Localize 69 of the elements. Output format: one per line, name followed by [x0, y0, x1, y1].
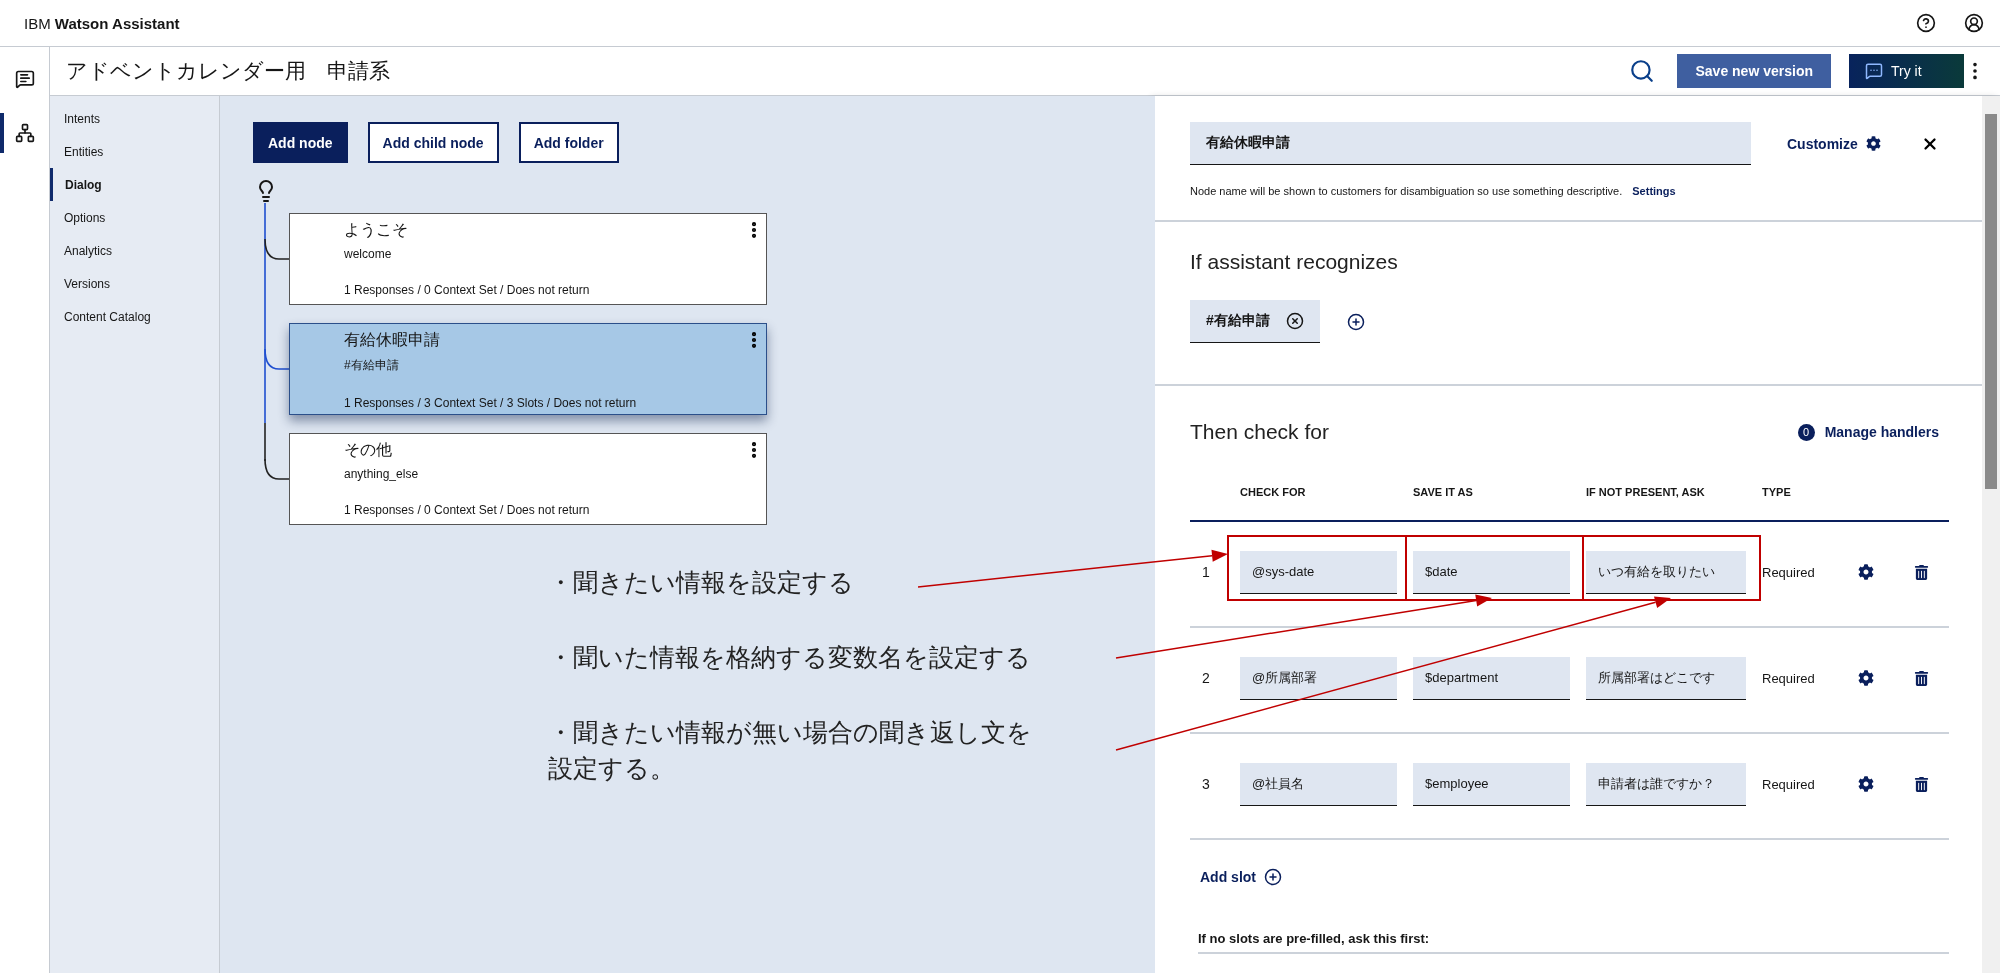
column-header: IF NOT PRESENT, ASK: [1586, 486, 1706, 498]
slot-type: Required: [1762, 670, 1816, 686]
prefill-label: If no slots are pre-filled, ask this first:: [1198, 931, 1949, 954]
user-icon[interactable]: [1964, 13, 1984, 33]
sidebar-item[interactable]: Intents: [50, 102, 219, 135]
try-it-button[interactable]: Try it: [1849, 54, 1964, 88]
slot-type: Required: [1762, 776, 1816, 792]
sidebar-item[interactable]: Content Catalog: [50, 300, 219, 333]
slot-number: 2: [1201, 670, 1211, 686]
node-title: その他: [344, 440, 393, 460]
annotation-text: ・聞きたい情報を設定する: [548, 567, 854, 598]
column-header: TYPE: [1762, 486, 1792, 498]
annotation-text: ・聞きたい情報が無い場合の聞き返し文を設定する。: [548, 717, 1033, 784]
add-icon: [1264, 868, 1282, 886]
settings-icon: [1865, 136, 1881, 151]
annotation-text: ・聞いた情報を格納する変数名を設定する: [548, 642, 1031, 673]
save-version-button[interactable]: Save new version: [1677, 54, 1831, 88]
slot-type: Required: [1762, 564, 1816, 580]
customize-button[interactable]: Customize: [1787, 135, 1881, 152]
chat-icon: [14, 69, 35, 89]
settings-link[interactable]: Settings: [1632, 185, 1676, 197]
add-icon[interactable]: [1346, 312, 1365, 331]
scrollbar[interactable]: [1982, 96, 2000, 973]
node-summary: 1 Responses / 0 Context Set / Does not return: [344, 503, 591, 517]
node-condition: anything_else: [344, 467, 420, 481]
search-icon[interactable]: [1629, 58, 1656, 84]
hint-text: Node name will be shown to customers for disambiguation so use something descriptive.: [1190, 185, 1623, 197]
manage-handlers-link[interactable]: Manage handlers: [1824, 424, 1939, 440]
column-header: CHECK FOR: [1240, 486, 1307, 498]
add-slot-link[interactable]: Add slot: [1200, 868, 1282, 886]
node-condition: welcome: [344, 247, 393, 261]
ask-field[interactable]: 所属部署はどこです: [1586, 656, 1746, 700]
node-title: 有給休暇申請: [344, 330, 441, 350]
node-name-field[interactable]: 有給休暇申請: [1190, 122, 1751, 165]
check-for-field[interactable]: @所属部署: [1240, 656, 1397, 700]
sidebar-item[interactable]: Analytics: [50, 234, 219, 267]
slot-number: 3: [1201, 776, 1211, 792]
toolbar-button[interactable]: Add node: [253, 122, 348, 163]
ask-field[interactable]: 申請者は誰ですか？: [1586, 762, 1746, 806]
dialog-node[interactable]: 有給休暇申請 #有給申請 1 Responses / 3 Context Set / 3 Slots / Does not return: [289, 323, 767, 415]
section-title: Then check for: [1190, 420, 1329, 444]
check-for-field[interactable]: @社員名: [1240, 762, 1397, 806]
app-title: IBM Watson Assistant: [24, 14, 181, 32]
column-header: SAVE IT AS: [1413, 486, 1474, 498]
count-badge: 0: [1797, 423, 1815, 441]
sidebar-item[interactable]: Versions: [50, 267, 219, 300]
flowchart-icon: [14, 123, 35, 143]
slot-number: 1: [1201, 564, 1211, 580]
skill-title: アドベントカレンダー用 申請系: [66, 58, 391, 84]
node-condition: #有給申請: [344, 357, 400, 374]
ask-field[interactable]: いつ有給を取りたい: [1586, 550, 1746, 594]
chat-icon: [1865, 62, 1883, 80]
save-as-field[interactable]: $employee: [1413, 762, 1570, 806]
dialog-node[interactable]: その他 anything_else 1 Responses / 0 Context Set / Does not return: [289, 433, 767, 525]
node-summary: 1 Responses / 3 Context Set / 3 Slots / Does not return: [344, 396, 638, 410]
node-title: ようこそ: [344, 220, 409, 240]
dialog-node[interactable]: ようこそ welcome 1 Responses / 0 Context Set / Does not return: [289, 213, 767, 305]
section-title: If assistant recognizes: [1190, 250, 1399, 274]
sidebar-item[interactable]: Entities: [50, 135, 219, 168]
save-as-field[interactable]: $date: [1413, 550, 1570, 594]
check-for-field[interactable]: @sys-date: [1240, 550, 1397, 594]
toolbar-button[interactable]: Add child node: [367, 122, 499, 163]
help-icon[interactable]: [1916, 13, 1936, 33]
toolbar-button[interactable]: Add folder: [518, 122, 619, 163]
node-summary: 1 Responses / 0 Context Set / Does not return: [344, 283, 591, 297]
remove-icon[interactable]: [1285, 312, 1304, 330]
sidebar-item[interactable]: Options: [50, 201, 219, 234]
intent-chip[interactable]: #有給申請: [1190, 300, 1320, 343]
save-as-field[interactable]: $department: [1413, 656, 1570, 700]
